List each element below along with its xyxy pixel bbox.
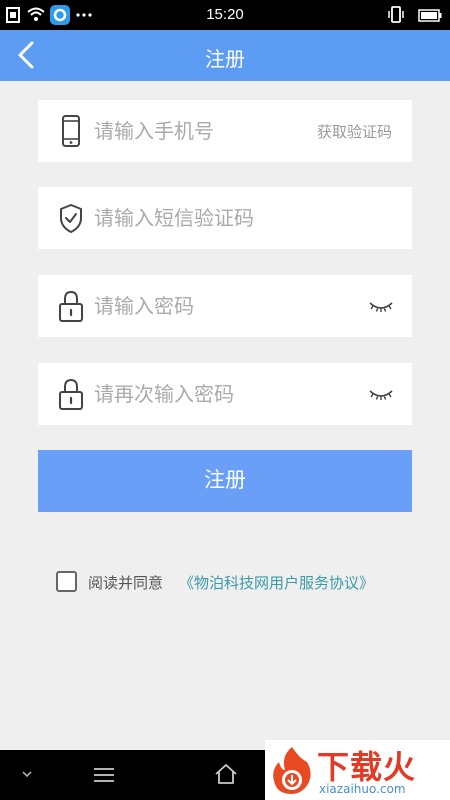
eye-closed-icon[interactable] <box>368 297 394 315</box>
eye-closed-icon[interactable] <box>368 385 394 403</box>
home-icon[interactable] <box>214 763 238 785</box>
password-field <box>38 275 412 337</box>
password-input[interactable] <box>94 275 314 337</box>
status-bar: 15:20 <box>0 0 450 30</box>
watermark: 下载火 xiazaihuo.com <box>265 740 450 800</box>
page-title: 注册 <box>205 47 245 71</box>
phone-input[interactable] <box>94 100 314 162</box>
confirm-password-input[interactable] <box>94 363 314 425</box>
confirm-password-field <box>38 363 412 425</box>
watermark-url: xiazaihuo.com <box>319 782 406 796</box>
menu-icon[interactable] <box>92 766 116 784</box>
lock-icon <box>59 290 83 322</box>
title-bar: 注册 <box>0 30 450 81</box>
sms-code-field <box>38 187 412 249</box>
chevron-down-icon[interactable] <box>20 769 34 779</box>
sms-code-input[interactable] <box>94 187 314 249</box>
flame-logo-icon <box>273 747 311 794</box>
vibrate-icon <box>388 6 404 23</box>
phone-field: 获取验证码 <box>38 100 412 162</box>
get-code-button[interactable]: 获取验证码 <box>317 121 392 142</box>
register-button[interactable]: 注册 <box>38 450 412 512</box>
phone-icon <box>62 115 80 147</box>
agreement-checkbox[interactable] <box>56 571 77 592</box>
agreement-link[interactable]: 《物泊科技网用户服务协议》 <box>179 572 374 593</box>
shield-check-icon <box>60 204 82 233</box>
lock-icon <box>59 378 83 410</box>
status-time: 15:20 <box>206 6 244 23</box>
agreement-label: 阅读并同意 <box>88 574 164 592</box>
battery-icon <box>418 9 442 22</box>
